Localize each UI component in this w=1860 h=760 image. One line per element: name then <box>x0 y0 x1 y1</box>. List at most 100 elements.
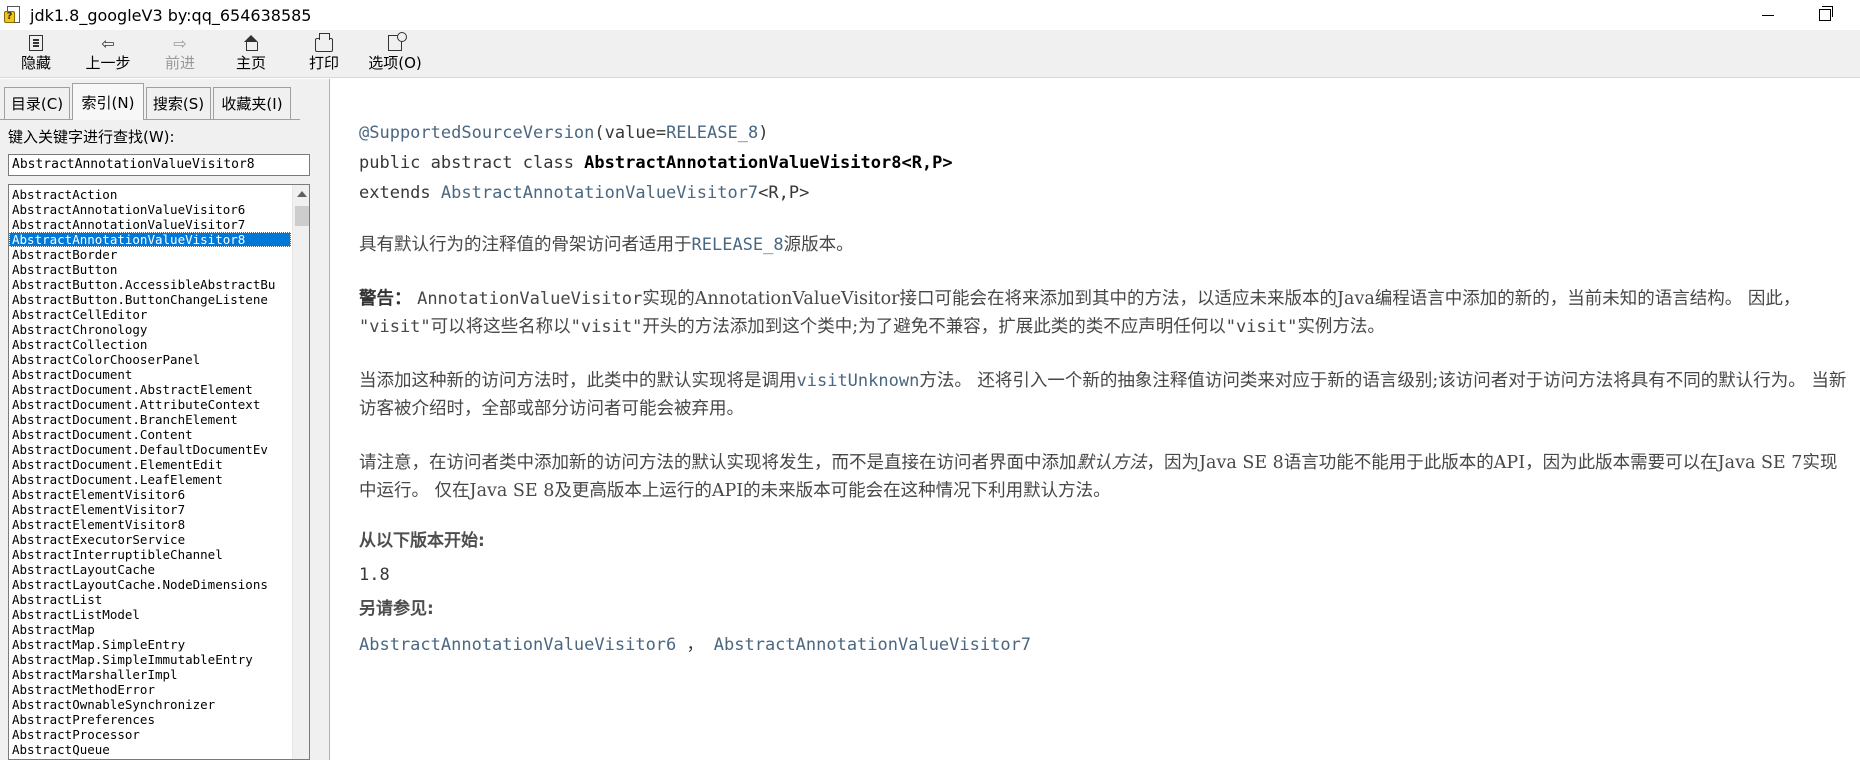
index-items: AbstractAction AbstractAnnotationValueVis… <box>9 187 291 759</box>
index-list-item[interactable]: AbstractElementVisitor7 <box>9 502 291 517</box>
tab-contents[interactable]: 目录(C) <box>4 87 70 119</box>
default-methods-emphasis: 默认方法 <box>1076 453 1147 473</box>
index-list-item[interactable]: AbstractBorder <box>9 247 291 262</box>
desc-text-end: 源版本。 <box>783 235 854 255</box>
hide-label: 隐藏 <box>20 54 51 72</box>
options-label: 选项(O) <box>368 54 422 72</box>
index-list-item[interactable]: AbstractMethodError <box>9 682 291 697</box>
content-pane: @SupportedSourceVersion(value=RELEASE_8)… <box>330 79 1860 760</box>
description-paragraph: 具有默认行为的注释值的骨架访问者适用于RELEASE_8源版本。 <box>359 231 1849 259</box>
warning-label: 警告： <box>359 289 412 309</box>
index-list-item[interactable]: AbstractAnnotationValueVisitor6 <box>9 202 291 217</box>
index-list-item[interactable]: AbstractMarshallerImpl <box>9 667 291 682</box>
tab-search[interactable]: 搜索(S) <box>146 87 211 119</box>
index-list-item[interactable]: AbstractDocument.LeafElement <box>9 472 291 487</box>
release-8-desc-link[interactable]: RELEASE_8 <box>692 235 784 255</box>
index-list-item[interactable]: AbstractDocument <box>9 367 291 382</box>
forward-arrow-icon: ⇨ <box>173 33 187 53</box>
visit-unknown-link[interactable]: visitUnknown <box>797 371 920 391</box>
index-list-item[interactable]: AbstractList <box>9 592 291 607</box>
scroll-up-button[interactable] <box>293 185 309 203</box>
since-value: 1.8 <box>359 565 390 585</box>
home-button[interactable]: 主页 <box>233 32 269 76</box>
annotation-args-close: ) <box>758 123 769 143</box>
release-8-link[interactable]: RELEASE_8 <box>666 123 758 143</box>
index-list-item[interactable]: AbstractExecutorService <box>9 532 291 547</box>
see-also-visitor7-link[interactable]: AbstractAnnotationValueVisitor7 <box>714 635 1031 655</box>
print-label: 打印 <box>308 54 339 72</box>
scroll-thumb[interactable] <box>295 206 309 226</box>
options-button[interactable]: 选项(O) <box>367 32 423 76</box>
navigation-pane: 目录(C) 索引(N) 搜索(S) 收藏夹(I) 键入关键字进行查找(W): A… <box>0 79 326 760</box>
title-bar: ? jdk1.8_googleV3 by:qq_654638585 <box>0 0 1860 30</box>
index-list-item[interactable]: AbstractDocument.AbstractElement <box>9 382 291 397</box>
index-list-item[interactable]: AbstractDocument.BranchElement <box>9 412 291 427</box>
superclass-link[interactable]: AbstractAnnotationValueVisitor7 <box>441 183 758 203</box>
since-label: 从以下版本开始: <box>359 531 485 551</box>
index-list-item[interactable]: AbstractButton <box>9 262 291 277</box>
index-list-item[interactable]: AbstractLayoutCache <box>9 562 291 577</box>
home-icon <box>243 35 259 51</box>
index-list-item[interactable]: AbstractDocument.AttributeContext <box>9 397 291 412</box>
index-list-item[interactable]: AbstractDocument.Content <box>9 427 291 442</box>
hide-icon <box>29 35 43 51</box>
desc-text: 具有默认行为的注释值的骨架访问者适用于 <box>359 235 692 255</box>
index-list-item[interactable]: AbstractChronology <box>9 322 291 337</box>
index-list-item[interactable]: AbstractListModel <box>9 607 291 622</box>
index-list-item[interactable]: AbstractLayoutCache.NodeDimensions <box>9 577 291 592</box>
class-declaration: public abstract class AbstractAnnotation… <box>359 148 1849 178</box>
index-list-item[interactable]: AbstractElementVisitor6 <box>9 487 291 502</box>
index-scrollbar[interactable] <box>292 185 309 759</box>
see-also-visitor6-link[interactable]: AbstractAnnotationValueVisitor6 <box>359 635 676 655</box>
index-list-item[interactable]: AbstractOwnableSynchronizer <box>9 697 291 712</box>
index-list-item[interactable]: AbstractDocument.DefaultDocumentEv <box>9 442 291 457</box>
default-methods-paragraph: 请注意，在访问者类中添加新的访问方法的默认实现将发生，而不是直接在访问者界面中添… <box>359 449 1849 505</box>
index-list-item[interactable]: AbstractAnnotationValueVisitor8 <box>9 232 291 247</box>
index-list[interactable]: AbstractAction AbstractAnnotationValueVis… <box>8 184 310 760</box>
see-also-links: AbstractAnnotationValueVisitor6 ， Abstra… <box>359 631 1849 659</box>
class-name: AbstractAnnotationValueVisitor8<R,P> <box>584 153 953 173</box>
see-also-separator: ， <box>676 635 714 655</box>
extends-line: extends AbstractAnnotationValueVisitor7<… <box>359 178 1849 208</box>
index-list-item[interactable]: AbstractAction <box>9 187 291 202</box>
index-list-item[interactable]: AbstractMap <box>9 622 291 637</box>
forward-button[interactable]: ⇨ 前进 <box>162 32 198 76</box>
hide-button[interactable]: 隐藏 <box>18 32 54 76</box>
keyword-input[interactable]: AbstractAnnotationValueVisitor8 <box>8 154 310 176</box>
index-list-item[interactable]: AbstractCollection <box>9 337 291 352</box>
minimize-button[interactable] <box>1745 0 1791 30</box>
annotation-args-open: (value= <box>594 123 667 143</box>
warning-text-2: 可以将这些名称以 <box>430 317 571 337</box>
window-title: jdk1.8_googleV3 by:qq_654638585 <box>30 5 312 25</box>
index-list-item[interactable]: AbstractAnnotationValueVisitor7 <box>9 217 291 232</box>
index-list-item[interactable]: AbstractInterruptibleChannel <box>9 547 291 562</box>
tab-index[interactable]: 索引(N) <box>72 83 144 120</box>
index-list-item[interactable]: AbstractButton.ButtonChangeListene <box>9 292 291 307</box>
restore-icon <box>1819 6 1833 21</box>
keyword-label: 键入关键字进行查找(W): <box>8 128 175 146</box>
warning-text-4: 实例方法。 <box>1297 317 1385 337</box>
index-list-item[interactable]: AbstractMap.SimpleImmutableEntry <box>9 652 291 667</box>
toolbar: 隐藏 ⇦ 上一步 ⇨ 前进 主页 打印 选项(O) <box>0 30 1860 78</box>
back-button[interactable]: ⇦ 上一步 <box>84 32 132 76</box>
print-button[interactable]: 打印 <box>306 32 342 76</box>
app-icon: ? <box>4 5 24 25</box>
index-list-item[interactable]: AbstractColorChooserPanel <box>9 352 291 367</box>
annotation-link[interactable]: @SupportedSourceVersion <box>359 123 594 143</box>
extends-keyword: extends <box>359 183 441 203</box>
index-list-item[interactable]: AbstractButton.AccessibleAbstractBu <box>9 277 291 292</box>
index-list-item[interactable]: AbstractDocument.ElementEdit <box>9 457 291 472</box>
index-list-item[interactable]: AbstractQueue <box>9 742 291 757</box>
index-list-item[interactable]: AbstractElementVisitor8 <box>9 517 291 532</box>
pane-splitter[interactable] <box>318 79 330 760</box>
index-list-item[interactable]: AbstractMap.SimpleEntry <box>9 637 291 652</box>
index-list-item[interactable]: AbstractCellEditor <box>9 307 291 322</box>
home-label: 主页 <box>235 54 266 72</box>
declaration-modifiers: public abstract class <box>359 153 585 173</box>
tab-favorites[interactable]: 收藏夹(I) <box>213 87 291 119</box>
nav-tabs: 目录(C) 索引(N) 搜索(S) 收藏夹(I) <box>0 83 326 120</box>
restore-button[interactable] <box>1802 0 1848 30</box>
index-list-item[interactable]: AbstractPreferences <box>9 712 291 727</box>
index-list-item[interactable]: AbstractProcessor <box>9 727 291 742</box>
minimize-icon <box>1762 14 1774 16</box>
